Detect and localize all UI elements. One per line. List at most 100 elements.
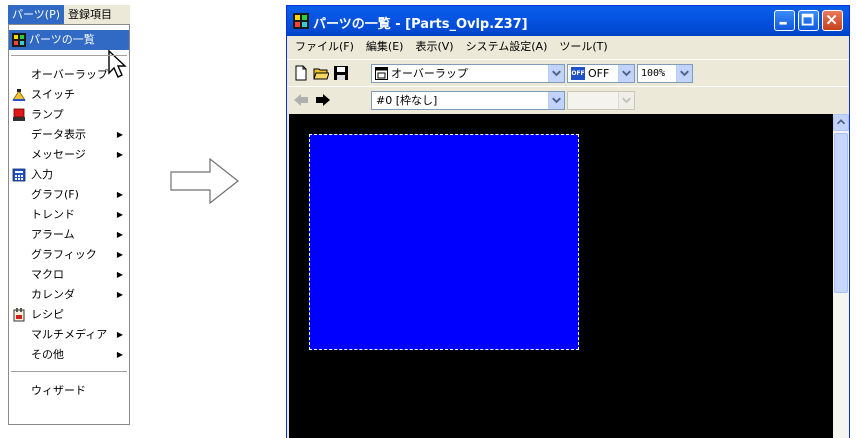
zoom-value: 100% — [641, 68, 666, 79]
maximize-icon — [801, 13, 814, 26]
overlap-part[interactable] — [309, 134, 579, 350]
menu-edit[interactable]: 編集(E) — [360, 36, 410, 58]
menu-item-graph[interactable]: グラフ(F) ▶ — [9, 185, 129, 205]
scroll-up-button[interactable] — [833, 114, 849, 131]
submenu-arrow-icon: ▶ — [116, 350, 123, 359]
dropdown-button[interactable] — [676, 65, 692, 82]
menu-item-lamp[interactable]: ランプ — [9, 105, 129, 125]
menu-item-parts-list[interactable]: パーツの一覧 — [9, 30, 129, 50]
app-icon — [293, 13, 309, 29]
submenu-arrow-icon: ▶ — [116, 330, 123, 339]
menu-item-alarm[interactable]: アラーム ▶ — [9, 225, 129, 245]
part-type-combo[interactable]: オーバーラップ — [371, 64, 565, 83]
menu-item-switch[interactable]: スイッチ — [9, 85, 129, 105]
menu-item-label: レシピ — [31, 308, 64, 321]
title-bar: パーツの一覧 - [Parts_Ovlp.Z37] — [287, 6, 849, 36]
chevron-down-icon — [680, 70, 689, 77]
parts-list-window: パーツの一覧 - [Parts_Ovlp.Z37] ファイル(F) 編集(E) … — [286, 5, 850, 438]
close-button[interactable] — [822, 10, 843, 31]
menu-item-data-display[interactable]: データ表示 ▶ — [9, 125, 129, 145]
frame-combo[interactable]: #0 [枠なし] — [371, 91, 565, 110]
menu-item-label: グラフィック — [31, 248, 97, 261]
lamp-icon — [13, 108, 25, 121]
submenu-arrow-icon: ▶ — [116, 130, 123, 139]
forward-arrow-icon[interactable] — [315, 92, 331, 108]
frame-value: #0 [枠なし] — [376, 94, 438, 107]
menu-item-recipe[interactable]: レシピ — [9, 305, 129, 325]
scroll-thumb[interactable] — [834, 133, 848, 293]
menu-system-settings[interactable]: システム設定(A) — [460, 36, 554, 58]
menu-item-label: グラフ(F) — [31, 188, 79, 201]
part-type-value: オーバーラップ — [391, 67, 468, 80]
menu-separator — [11, 55, 127, 56]
menu-item-label: カレンダ — [31, 288, 75, 301]
chevron-down-icon — [552, 97, 561, 104]
menu-item-multimedia[interactable]: マルチメディア ▶ — [9, 325, 129, 345]
menu-tools[interactable]: ツール(T) — [553, 36, 613, 58]
submenu-arrow-icon: ▶ — [116, 210, 123, 219]
overlap-icon — [375, 67, 388, 80]
open-folder-icon[interactable] — [313, 65, 329, 81]
dropdown-button — [618, 92, 634, 109]
menu-item-label: アラーム — [31, 228, 75, 241]
chevron-up-icon — [836, 119, 846, 125]
menu-item-label: データ表示 — [31, 128, 86, 141]
parts-dropdown: パーツの一覧 オーバーラップ スイッチ ランプ データ表示 ▶ メッセージ ▶ … — [8, 24, 130, 425]
submenu-arrow-icon: ▶ — [116, 230, 123, 239]
menu-item-trend[interactable]: トレンド ▶ — [9, 205, 129, 225]
submenu-arrow-icon: ▶ — [116, 290, 123, 299]
menu-item-overlap[interactable]: オーバーラップ — [9, 65, 129, 85]
minimize-button[interactable] — [774, 10, 795, 31]
menu-item-other[interactable]: その他 ▶ — [9, 345, 129, 365]
minimize-icon — [779, 21, 787, 25]
menu-item-graphic[interactable]: グラフィック ▶ — [9, 245, 129, 265]
submenu-arrow-icon: ▶ — [116, 150, 123, 159]
dropdown-button[interactable] — [548, 92, 564, 109]
menu-view[interactable]: 表示(V) — [409, 36, 459, 58]
state-badge: OFF — [571, 67, 585, 80]
dropdown-button[interactable] — [548, 65, 564, 82]
parts-menu: パーツ(P) 登録項目 パーツの一覧 オーバーラップ スイッチ ランプ データ表… — [8, 5, 130, 425]
save-icon[interactable] — [333, 65, 349, 81]
menu-item-message[interactable]: メッセージ ▶ — [9, 145, 129, 165]
dropdown-button[interactable] — [618, 65, 634, 82]
submenu-arrow-icon: ▶ — [116, 270, 123, 279]
menu-item-label: 入力 — [31, 168, 53, 181]
vertical-scrollbar[interactable] — [833, 114, 849, 438]
menu-item-label: パーツの一覧 — [29, 33, 95, 46]
menu-item-label: ウィザード — [31, 384, 86, 397]
zoom-combo[interactable]: 100% — [637, 64, 693, 83]
submenu-arrow-icon: ▶ — [116, 190, 123, 199]
menu-item-label: マルチメディア — [31, 328, 108, 341]
toolbar-main: オーバーラップ OFF OFF 100% — [287, 59, 849, 86]
state-value: OFF — [588, 67, 610, 80]
menu-item-label: ランプ — [31, 108, 64, 121]
new-file-icon[interactable] — [293, 65, 309, 81]
menubar: パーツ(P) 登録項目 — [8, 5, 130, 24]
menu-parts[interactable]: パーツ(P) — [8, 5, 64, 24]
maximize-button[interactable] — [798, 10, 819, 31]
menu-file[interactable]: ファイル(F) — [289, 36, 360, 58]
back-arrow-icon[interactable] — [293, 92, 309, 108]
chevron-down-icon — [552, 70, 561, 77]
menu-separator — [11, 371, 127, 372]
window-title: パーツの一覧 - [Parts_Ovlp.Z37] — [313, 17, 528, 32]
toolbar-navigation: #0 [枠なし] — [287, 86, 849, 113]
menu-item-wizard[interactable]: ウィザード — [9, 381, 129, 401]
menu-item-label: マクロ — [31, 268, 64, 281]
chevron-down-icon — [622, 97, 631, 104]
menu-item-label: その他 — [31, 348, 64, 361]
switch-icon — [12, 89, 26, 101]
menu-item-label: メッセージ — [31, 148, 86, 161]
parts-list-icon — [12, 33, 26, 47]
menu-item-label: トレンド — [31, 208, 75, 221]
menu-item-input[interactable]: 入力 — [9, 165, 129, 185]
recipe-icon — [13, 308, 25, 322]
menu-item-label: スイッチ — [31, 88, 75, 101]
menu-item-label: オーバーラップ — [31, 68, 108, 81]
menu-item-calendar[interactable]: カレンダ ▶ — [9, 285, 129, 305]
chevron-down-icon — [622, 70, 631, 77]
state-combo[interactable]: OFF OFF — [567, 64, 635, 83]
menu-item-macro[interactable]: マクロ ▶ — [9, 265, 129, 285]
menu-registered-items[interactable]: 登録項目 — [64, 5, 116, 24]
